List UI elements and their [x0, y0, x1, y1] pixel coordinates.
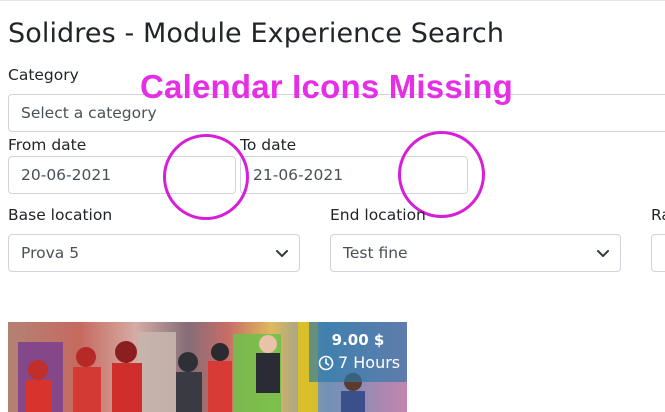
clock-icon [318, 355, 334, 370]
to-date-label: To date [240, 136, 297, 154]
third-column-label: Ra [651, 206, 665, 224]
category-select-placeholder: Select a category [21, 104, 157, 122]
annotation-circle-from-date [163, 134, 249, 220]
chevron-down-icon [276, 250, 288, 257]
annotation-text: Calendar Icons Missing [140, 68, 513, 105]
base-location-select[interactable]: Prova 5 [8, 234, 300, 272]
base-location-value: Prova 5 [21, 244, 80, 262]
from-date-label: From date [8, 136, 87, 154]
base-location-label: Base location [8, 206, 113, 224]
end-location-label: End location [330, 206, 426, 224]
from-date-value: 20-06-2021 [21, 166, 112, 184]
annotation-circle-to-date [398, 131, 485, 218]
end-location-value: Test fine [343, 244, 408, 262]
to-date-value: 21-06-2021 [253, 166, 344, 184]
page-title: Solidres - Module Experience Search [8, 18, 505, 49]
chevron-down-icon [597, 250, 609, 257]
top-border [0, 0, 665, 1]
end-location-select[interactable]: Test fine [330, 234, 621, 272]
price-text: 9.00 $ [331, 331, 385, 349]
third-column-select[interactable] [651, 234, 665, 272]
duration-text: 7 Hours [338, 353, 401, 372]
category-label: Category [8, 66, 79, 84]
price-badge: 9.00 $ [309, 322, 407, 382]
duration: 7 Hours [318, 353, 400, 372]
